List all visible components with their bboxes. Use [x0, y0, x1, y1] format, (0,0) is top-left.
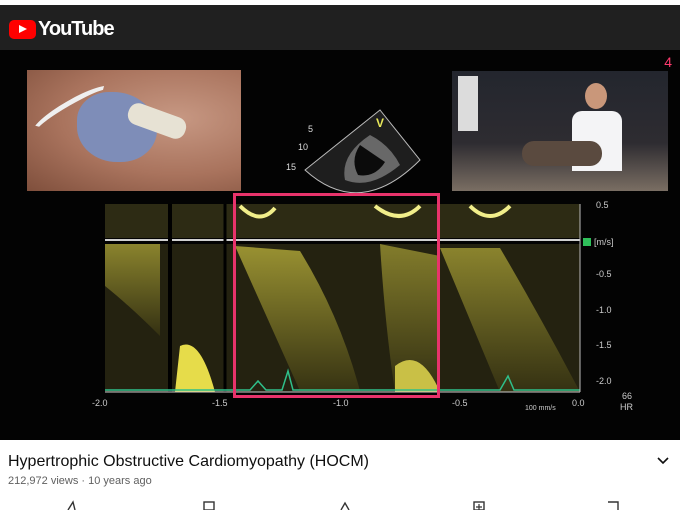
youtube-logo[interactable]: YouTube	[9, 18, 115, 41]
ultrasound-monitor	[458, 76, 478, 131]
echo-v-label: V	[376, 116, 385, 130]
download-icon[interactable]	[606, 500, 620, 510]
depth-10: 10	[298, 142, 308, 152]
video-meta: 212,972 views · 10 years ago	[8, 475, 152, 487]
echo-depth-scale: 5 10 15	[286, 124, 313, 172]
chevron-down-icon[interactable]	[656, 454, 670, 468]
x-tick--0.5: -0.5	[452, 398, 468, 408]
like-icon[interactable]	[66, 500, 80, 510]
highlight-box	[233, 193, 440, 398]
add-icon[interactable]	[472, 500, 486, 510]
depth-15: 15	[286, 162, 296, 172]
y-tick--1.5: -1.5	[596, 340, 612, 350]
video-player[interactable]: 4 V 5 10 15 0.5 [m/s] -0.5 -1.0 -1.5 -2.…	[0, 50, 680, 440]
video-info: Hypertrophic Obstructive Cardiomyopathy …	[0, 440, 680, 510]
hr-value: 66	[622, 391, 632, 401]
y-tick--0.5: -0.5	[596, 269, 612, 279]
x-tick--1.0: -1.0	[333, 398, 349, 408]
app-header: YouTube	[0, 0, 680, 50]
x-tick-0.0: 0.0	[572, 398, 585, 408]
slide-number: 4	[664, 54, 672, 70]
share-icon[interactable]	[202, 500, 216, 510]
youtube-logo-icon	[9, 20, 36, 39]
speed-label: 100 mm/s	[525, 405, 556, 412]
x-tick--2.0: -2.0	[92, 398, 108, 408]
y-tick-unit: [m/s]	[594, 237, 614, 247]
logo-text: YouTube	[38, 18, 115, 40]
probe-image	[27, 70, 241, 191]
y-tick--2.0: -2.0	[596, 376, 612, 386]
action-bar	[0, 500, 680, 510]
y-tick--1.0: -1.0	[596, 305, 612, 315]
doctor-image	[452, 71, 668, 191]
remix-icon[interactable]	[338, 500, 352, 510]
video-title[interactable]: Hypertrophic Obstructive Cardiomyopathy …	[8, 453, 369, 471]
depth-5: 5	[308, 124, 313, 134]
hr-label: HR	[620, 402, 633, 412]
y-tick-0.5: 0.5	[596, 200, 609, 210]
echo-sector-image	[304, 109, 421, 194]
x-tick--1.5: -1.5	[212, 398, 228, 408]
patient-figure	[522, 141, 602, 166]
